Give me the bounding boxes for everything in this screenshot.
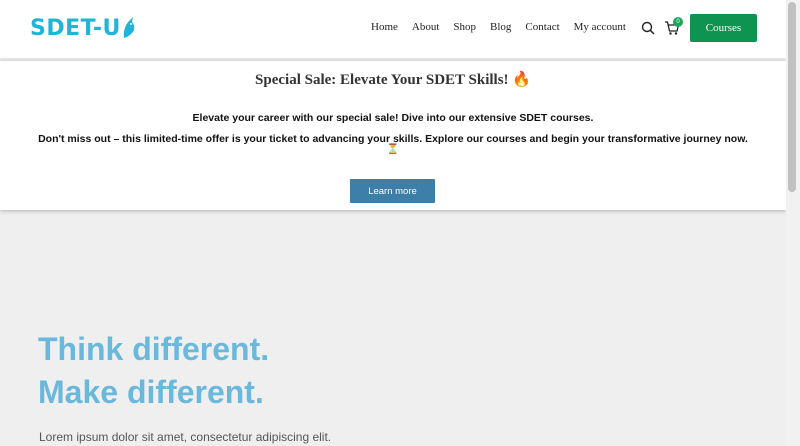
scrollbar-thumb[interactable] [788, 2, 796, 192]
nav-my-account[interactable]: My account [574, 21, 626, 33]
hourglass-icon: ⏳ [386, 144, 400, 155]
nav-about[interactable]: About [412, 21, 440, 33]
search-icon[interactable] [641, 21, 655, 35]
hero-heading-line-1: Think different. [38, 331, 270, 367]
banner-title: Special Sale: Elevate Your SDET Skills! … [255, 72, 531, 88]
site-header: SDET-U Home About Shop Blog Contact My a… [0, 0, 786, 58]
courses-button[interactable]: Courses [690, 14, 757, 42]
hero-heading-line-2: Make different. [38, 374, 264, 410]
unicorn-icon [123, 17, 135, 38]
nav-blog[interactable]: Blog [490, 21, 511, 33]
cart-count-badge: 0 [673, 17, 683, 27]
nav-shop[interactable]: Shop [453, 21, 476, 33]
banner-text-1: Elevate your career with our special sal… [192, 112, 594, 124]
logo-text: SDET-U [30, 15, 121, 41]
site-logo[interactable]: SDET-U [30, 13, 136, 43]
main-nav: Home About Shop Blog Contact My account [371, 21, 640, 33]
learn-more-button[interactable]: Learn more [350, 179, 435, 203]
nav-contact[interactable]: Contact [525, 21, 559, 33]
nav-home[interactable]: Home [371, 21, 398, 33]
sale-banner: Special Sale: Elevate Your SDET Skills! … [0, 60, 786, 210]
hero-subtitle: Lorem ipsum dolor sit amet, consectetur … [39, 430, 332, 444]
